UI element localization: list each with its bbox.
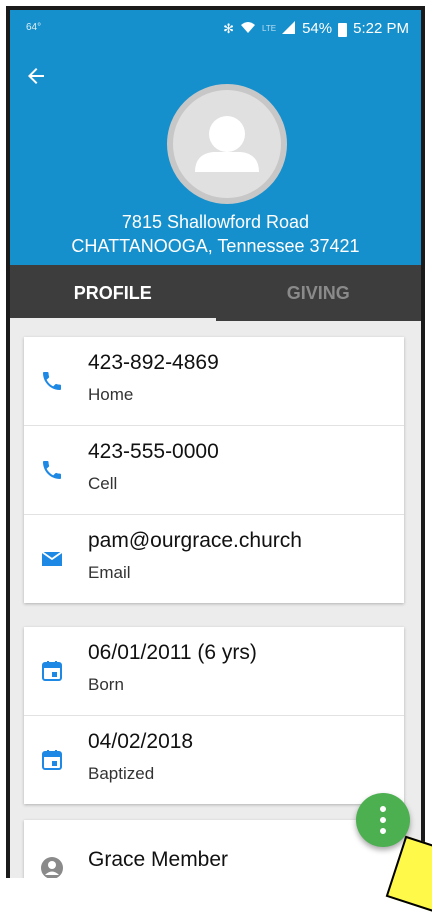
profile-avatar[interactable]: [167, 84, 287, 204]
person-circle-icon: [41, 857, 63, 878]
tab-giving[interactable]: GIVING: [216, 265, 422, 321]
tab-profile[interactable]: PROFILE: [10, 265, 216, 321]
contact-row-email[interactable]: pam@ourgrace.church Email: [24, 515, 404, 603]
signal-icon: [282, 20, 296, 37]
arrow-left-icon: [28, 68, 44, 84]
dates-card: 06/01/2011 (6 yrs) Born 04/02/2018 Bapti…: [24, 627, 404, 804]
address-line-2: CHATTANOOGA, Tennessee 37421: [71, 236, 360, 256]
date-type-label: Baptized: [88, 764, 155, 783]
date-row-baptized[interactable]: 04/02/2018 Baptized: [24, 716, 404, 804]
profile-header: 7815 Shallowford Road CHATTANOOGA, Tenne…: [10, 48, 421, 265]
device-frame: 64° ✻ LTE 54% 5:22 PM 7815 Shallowford R…: [6, 6, 425, 878]
phone-icon: [43, 372, 61, 390]
wifi-icon: [240, 21, 256, 37]
calendar-icon: [42, 661, 62, 681]
temperature-text: 64°: [26, 22, 42, 33]
tab-bar: PROFILE GIVING: [10, 265, 421, 321]
phone-type-label: Home: [88, 385, 134, 404]
battery-percent: 54%: [302, 20, 333, 37]
membership-status: Grace Member: [88, 848, 229, 871]
email-icon: [41, 551, 63, 566]
phone-number: 423-892-4869: [88, 351, 219, 374]
date-row-born[interactable]: 06/01/2011 (6 yrs) Born: [24, 627, 404, 716]
more-options-fab[interactable]: [356, 793, 410, 847]
address-line-1: 7815 Shallowford Road: [121, 212, 310, 232]
birth-date: 06/01/2011 (6 yrs): [88, 641, 257, 664]
phone-number: 423-555-0000: [88, 440, 219, 463]
status-bar: 64° ✻ LTE 54% 5:22 PM: [10, 10, 421, 48]
baptism-date: 04/02/2018: [88, 730, 194, 753]
battery-icon: [338, 22, 348, 37]
phone-icon: [43, 461, 61, 479]
email-type-label: Email: [88, 563, 131, 582]
contact-row-home-phone[interactable]: 423-892-4869 Home: [24, 337, 404, 426]
lte-icon: LTE: [262, 24, 277, 33]
membership-row[interactable]: Grace Member: [24, 820, 404, 878]
contact-row-cell-phone[interactable]: 423-555-0000 Cell: [24, 426, 404, 515]
person-silhouette-icon: [195, 116, 259, 172]
phone-type-label: Cell: [88, 474, 118, 493]
clock-time: 5:22 PM: [353, 20, 409, 37]
contact-card: 423-892-4869 Home 423-555-0000 Cell pam@…: [24, 337, 404, 603]
date-type-label: Born: [88, 675, 124, 694]
app-screen: 64° ✻ LTE 54% 5:22 PM 7815 Shallowford R…: [10, 10, 421, 878]
email-address: pam@ourgrace.church: [88, 529, 302, 552]
back-button[interactable]: [24, 64, 60, 100]
membership-card: Grace Member: [24, 820, 404, 878]
bluetooth-icon: ✻: [223, 20, 235, 36]
calendar-icon: [42, 750, 62, 770]
